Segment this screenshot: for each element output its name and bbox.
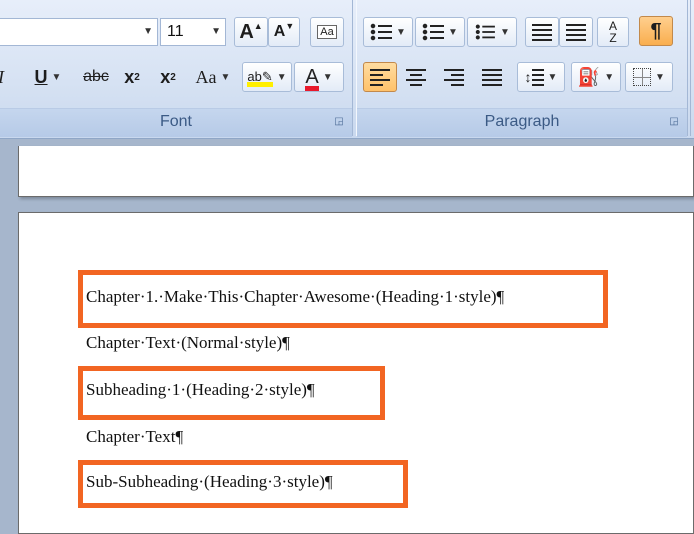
underline-icon: U <box>34 66 48 87</box>
chevron-down-icon[interactable]: ▼ <box>448 27 458 38</box>
strikethrough-button[interactable]: abc <box>78 62 114 92</box>
align-left-icon <box>370 68 390 86</box>
numbering-icon <box>422 23 445 41</box>
italic-icon: I <box>0 67 4 88</box>
paragraph-heading-1[interactable]: Chapter·1.·Make·This·Chapter·Awesome·(He… <box>86 287 504 307</box>
chevron-down-icon[interactable]: ▼ <box>396 27 406 38</box>
font-color-button[interactable]: A ▼ <box>294 62 344 92</box>
bullets-button[interactable]: ▼ <box>363 17 413 47</box>
paragraph-heading-2[interactable]: Subheading·1·(Heading·2·style)¶ <box>86 380 315 400</box>
decrease-indent-icon <box>532 23 552 41</box>
superscript-icon: x <box>160 66 171 87</box>
sort-button[interactable]: A Z <box>597 17 629 47</box>
align-right-icon <box>444 68 464 86</box>
change-case-icon: Aa <box>195 66 217 87</box>
line-spacing-button[interactable]: ↕ ▼ <box>517 62 565 92</box>
line-spacing-icon: ↕ <box>524 69 532 85</box>
font-group-footer: Font ◲ <box>0 108 352 137</box>
chevron-down-icon[interactable]: ▼ <box>52 72 62 83</box>
shading-button[interactable]: ⛽ ▼ <box>571 62 621 92</box>
font-name-combo[interactable]: ▼ <box>0 18 158 46</box>
borders-button[interactable]: ▼ <box>625 62 673 92</box>
align-center-button[interactable] <box>399 62 433 92</box>
paragraph-group-label: Paragraph <box>484 113 560 130</box>
subscript-icon: x <box>124 66 135 87</box>
superscript-button[interactable]: x2 <box>152 62 184 92</box>
paragraph-group-footer: Paragraph ◲ <box>357 108 687 137</box>
previous-page[interactable] <box>18 146 694 197</box>
font-size-value: 11 <box>167 23 184 40</box>
multilevel-list-button[interactable]: ▼ <box>467 17 517 47</box>
strikethrough-icon: abc <box>83 68 109 85</box>
font-color-icon: A <box>305 66 319 91</box>
grow-font-button[interactable]: A ▲ <box>234 17 268 47</box>
decrease-indent-button[interactable] <box>525 17 559 47</box>
font-color-swatch <box>305 85 319 91</box>
font-size-combo[interactable]: 11 ▼ <box>160 18 226 46</box>
chevron-down-icon[interactable]: ▼ <box>323 72 333 83</box>
align-left-button[interactable] <box>363 62 397 92</box>
highlighter-icon: ab✎ <box>247 69 273 87</box>
increase-indent-icon <box>566 23 586 41</box>
justify-button[interactable] <box>475 62 509 92</box>
highlight-color-swatch <box>247 82 273 87</box>
align-center-icon <box>406 68 426 86</box>
clear-formatting-icon: Aa <box>317 25 337 39</box>
subscript-button[interactable]: x2 <box>116 62 148 92</box>
text-highlight-button[interactable]: ab✎ ▼ <box>242 62 292 92</box>
grow-font-icon: A <box>239 20 254 43</box>
chevron-down-icon[interactable]: ▼ <box>277 72 287 83</box>
shrink-font-icon: A <box>273 23 286 40</box>
change-case-button[interactable]: Aa ▼ <box>190 62 236 92</box>
chevron-down-icon[interactable]: ▼ <box>655 72 665 83</box>
align-right-button[interactable] <box>437 62 471 92</box>
paragraph-normal-1[interactable]: Chapter·Text·(Normal·style)¶ <box>86 333 290 353</box>
font-group-label: Font <box>159 113 192 130</box>
paint-bucket-icon: ⛽ <box>577 66 601 87</box>
ribbon: ▼ 11 ▼ A▲ A▼ Aa I U▼ abc x2 x2 <box>0 0 694 139</box>
chevron-down-icon[interactable]: ▼ <box>211 19 221 45</box>
chevron-down-icon[interactable]: ▼ <box>221 72 231 83</box>
styles-group-edge <box>690 0 694 136</box>
font-group: ▼ 11 ▼ A▲ A▼ Aa I U▼ abc x2 x2 <box>0 0 353 137</box>
paragraph-heading-3[interactable]: Sub-Subheading·(Heading·3·style)¶ <box>86 472 333 492</box>
dialog-launcher-icon[interactable]: ◲ <box>669 117 679 127</box>
pilcrow-icon: ¶ <box>650 19 662 42</box>
numbering-button[interactable]: ▼ <box>415 17 465 47</box>
paragraph-group: ▼ ▼ ▼ A Z ¶ ↕ ▼ ⛽ ▼ ▼ Paragraph ◲ <box>356 0 688 137</box>
chevron-down-icon[interactable]: ▼ <box>500 27 510 38</box>
borders-icon <box>633 68 652 86</box>
clear-formatting-button[interactable]: Aa <box>310 17 344 47</box>
dialog-launcher-icon[interactable]: ◲ <box>334 117 344 127</box>
bullets-icon <box>370 23 393 41</box>
increase-indent-button[interactable] <box>559 17 593 47</box>
italic-button[interactable]: I <box>0 62 12 92</box>
chevron-down-icon[interactable]: ▼ <box>143 19 153 45</box>
underline-button[interactable]: U ▼ <box>22 62 74 92</box>
justify-icon <box>482 68 502 86</box>
multilevel-list-icon <box>475 23 495 41</box>
chevron-down-icon[interactable]: ▼ <box>604 72 614 83</box>
chevron-down-icon[interactable]: ▼ <box>548 72 558 83</box>
show-formatting-marks-button[interactable]: ¶ <box>639 16 673 46</box>
shrink-font-button[interactable]: A ▼ <box>268 17 300 47</box>
paragraph-normal-2[interactable]: Chapter·Text¶ <box>86 427 183 447</box>
